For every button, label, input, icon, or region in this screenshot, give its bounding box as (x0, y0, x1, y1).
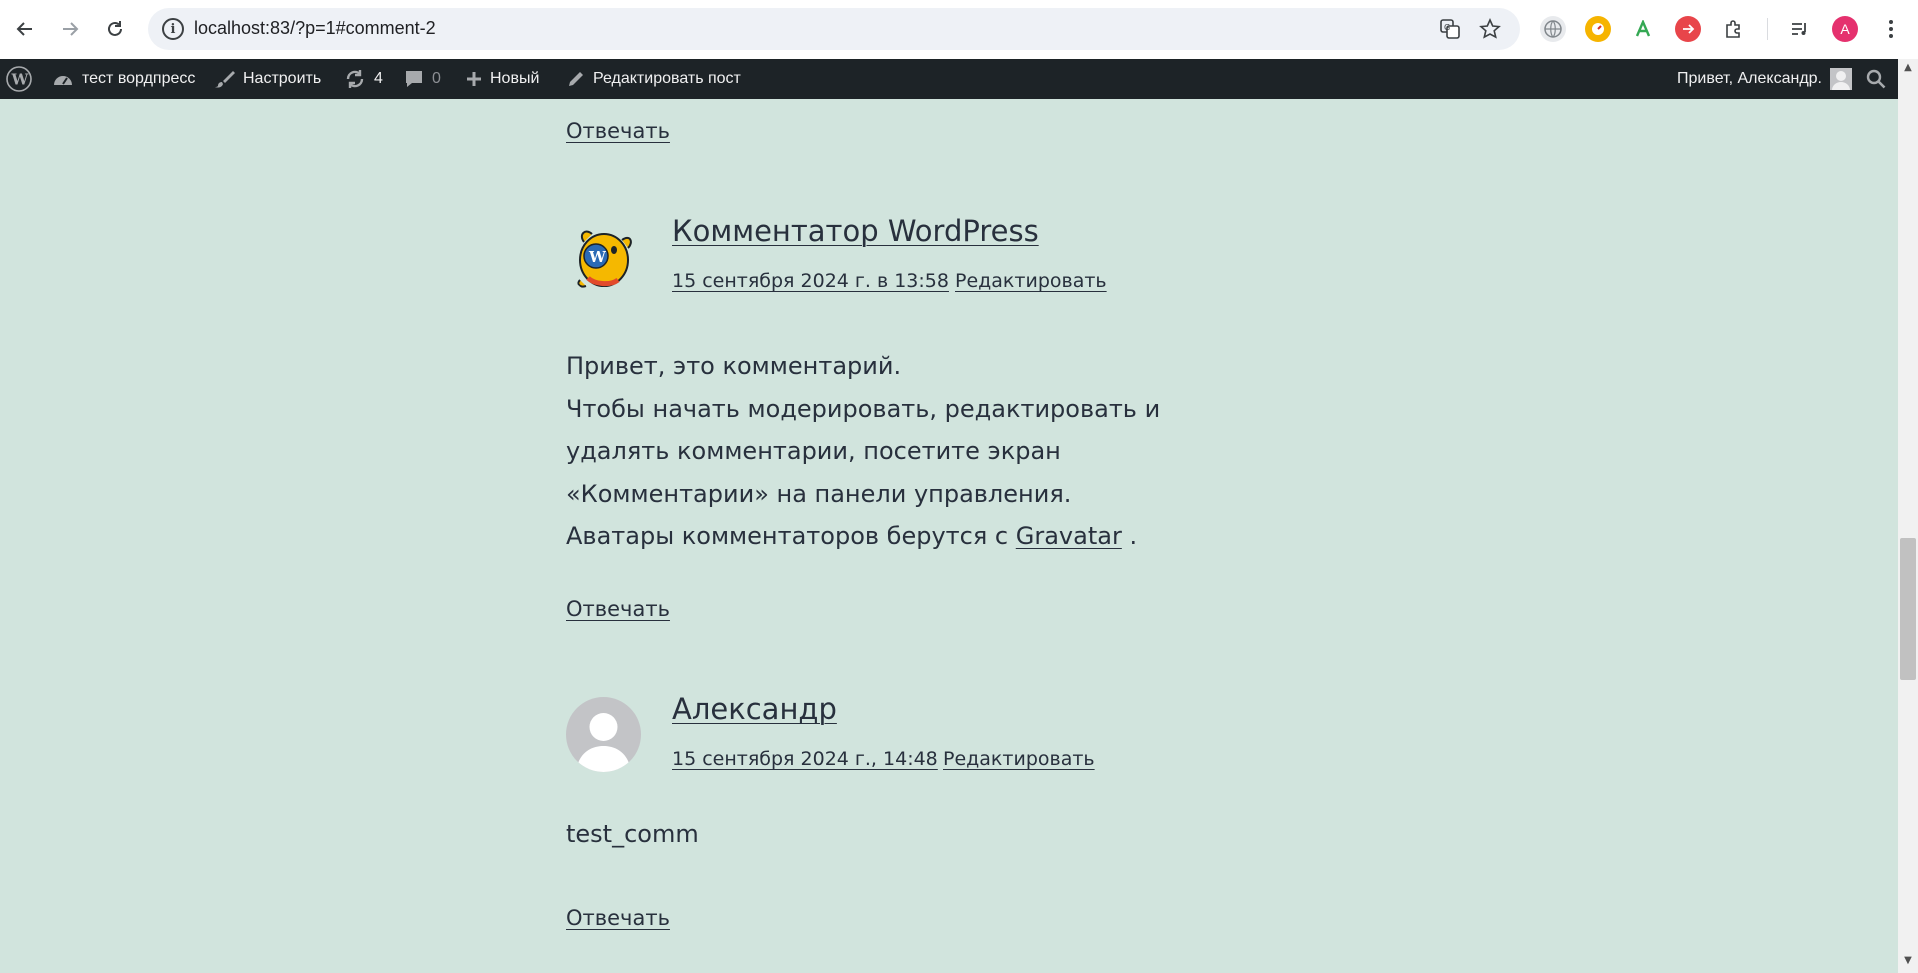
extension-flag-icon[interactable] (1675, 16, 1701, 42)
comments-section: Отвечать W Комментатор WordPress 15 сент… (0, 99, 1898, 973)
svg-text:W: W (11, 71, 30, 89)
comment-body: Привет, это комментарий. Чтобы начать мо… (566, 345, 1246, 558)
comment-text-line: Аватары комментаторов берутся с Gravatar… (566, 515, 1246, 558)
wp-admin-bar: W тест вордпресс Настроить 4 0 Новый Ред… (0, 59, 1898, 99)
updates-link[interactable]: 4 (344, 59, 383, 99)
wordpress-logo-icon[interactable]: W (6, 59, 32, 99)
address-bar[interactable]: i localhost:83/?p=1#comment-2 G (148, 8, 1520, 50)
brush-icon (215, 69, 235, 89)
user-avatar-icon (1830, 68, 1852, 90)
edit-post-link[interactable]: Редактировать пост (567, 59, 741, 99)
my-account-link[interactable]: Привет, Александр. (1677, 59, 1852, 99)
customize-link[interactable]: Настроить (215, 59, 321, 99)
wapuu-avatar: W (566, 220, 641, 295)
reply-link[interactable]: Отвечать (566, 119, 670, 143)
comment-edit-link[interactable]: Редактировать (943, 748, 1095, 770)
reload-icon[interactable] (100, 14, 130, 44)
svg-text:W: W (588, 248, 607, 266)
browser-toolbar: i localhost:83/?p=1#comment-2 G A (0, 0, 1918, 59)
comment-text-line: test_comm (566, 820, 699, 848)
site-name-link[interactable]: тест вордпресс (52, 59, 195, 99)
comment-body: test_comm (566, 813, 1246, 856)
site-name: тест вордпресс (82, 70, 196, 87)
translate-icon[interactable]: G (1438, 17, 1462, 41)
plus-icon (466, 71, 482, 87)
pencil-icon (567, 70, 585, 88)
scroll-down-arrow-icon[interactable]: ▼ (1902, 955, 1914, 967)
gravatar-prefix: Аватары комментаторов берутся с (566, 522, 1009, 550)
extension-speedometer-icon[interactable] (1585, 16, 1611, 42)
comment-author-link[interactable]: Комментатор WordPress (672, 214, 1039, 248)
toolbar-divider (1767, 18, 1768, 40)
scroll-up-arrow-icon[interactable]: ▲ (1902, 62, 1914, 74)
svg-text:G: G (1444, 23, 1450, 32)
dashboard-icon (52, 69, 74, 89)
url-text[interactable]: localhost:83/?p=1#comment-2 (194, 18, 436, 39)
updates-count: 4 (374, 70, 383, 87)
gravatar-link[interactable]: Gravatar (1016, 522, 1122, 550)
media-queue-icon[interactable] (1787, 16, 1813, 42)
greeting-text: Привет, Александр. (1677, 70, 1822, 87)
kebab-menu-icon[interactable] (1876, 14, 1906, 44)
updates-icon (344, 69, 366, 89)
scrollbar-thumb[interactable] (1900, 538, 1916, 680)
comment-date-link[interactable]: 15 сентября 2024 г., 14:48 (672, 748, 938, 770)
forward-icon[interactable] (55, 14, 85, 44)
site-info-icon[interactable]: i (162, 18, 184, 40)
new-content-link[interactable]: Новый (466, 59, 539, 99)
new-label: Новый (490, 70, 540, 87)
back-icon[interactable] (10, 14, 40, 44)
comments-link[interactable]: 0 (404, 59, 441, 99)
extension-globe-icon[interactable] (1540, 16, 1566, 42)
comment-text-line: Привет, это комментарий. (566, 352, 902, 380)
comment-edit-link[interactable]: Редактировать (955, 270, 1107, 292)
extension-a-icon[interactable] (1630, 16, 1656, 42)
default-avatar (566, 697, 641, 772)
reply-link[interactable]: Отвечать (566, 597, 670, 621)
comments-count: 0 (432, 70, 441, 87)
customize-label: Настроить (243, 70, 322, 87)
search-icon[interactable] (1866, 59, 1886, 99)
extensions-puzzle-icon[interactable] (1720, 16, 1746, 42)
gravatar-suffix: . (1129, 522, 1138, 550)
comment-author-link[interactable]: Александр (672, 692, 837, 726)
reply-link[interactable]: Отвечать (566, 906, 670, 930)
comment-bubble-icon (404, 69, 424, 89)
edit-post-label: Редактировать пост (593, 70, 741, 87)
bookmark-star-icon[interactable] (1478, 17, 1502, 41)
comment-date-link[interactable]: 15 сентября 2024 г. в 13:58 (672, 270, 949, 292)
comment-text-paragraph: Чтобы начать модерировать, редактировать… (566, 394, 1161, 508)
profile-avatar[interactable]: A (1832, 16, 1858, 42)
scrollbar[interactable] (1898, 59, 1918, 973)
